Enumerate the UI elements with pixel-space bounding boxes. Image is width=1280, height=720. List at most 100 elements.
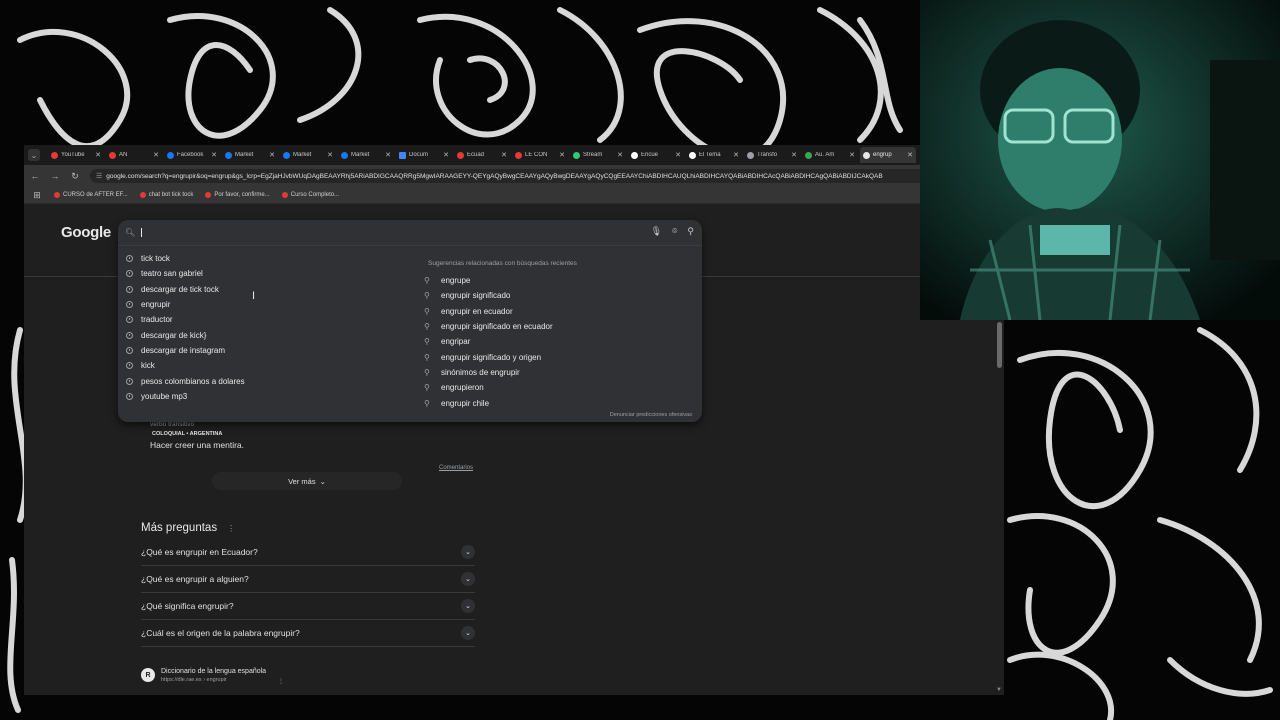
history-icon	[126, 377, 133, 385]
recent-search-item[interactable]: descargar de instagram	[118, 343, 418, 358]
close-icon[interactable]: ✕	[443, 151, 449, 159]
related-suggestion-item[interactable]: ⚲ engrupieron	[424, 380, 694, 395]
browser-window: ⌄ YouTube ✕ AN ✕ Facebook ✕ Market ✕ Market ✕…	[24, 145, 1004, 695]
tab-title: Encue	[641, 152, 659, 158]
microphone-icon[interactable]: 🎙︎	[651, 226, 662, 237]
text-caret	[141, 228, 142, 237]
search-result-source[interactable]: R Diccionario de la lengua española http…	[141, 668, 284, 685]
chevron-down-icon[interactable]: ⌄	[461, 599, 475, 613]
related-suggestion-item[interactable]: ⚲ engrupe	[424, 273, 694, 288]
scroll-down-arrow-icon[interactable]: ▼	[996, 687, 1002, 693]
related-suggestion-item[interactable]: ⚲ engrupir significado y origen	[424, 349, 694, 364]
tab-favicon-icon	[805, 151, 812, 159]
close-icon[interactable]: ✕	[269, 151, 275, 159]
recent-search-item[interactable]: descargar de kick}	[118, 327, 418, 342]
suggestion-text: pesos colombianos a dolares	[141, 376, 245, 386]
site-info-icon[interactable]: ☰	[96, 172, 102, 180]
report-predictions-link[interactable]: Denunciar predicciones ofensivas	[610, 412, 692, 418]
back-icon[interactable]: ←	[30, 171, 40, 181]
tab[interactable]: Encue ✕	[628, 147, 684, 163]
chevron-down-icon[interactable]: ⌄	[461, 572, 475, 586]
close-icon[interactable]: ✕	[153, 151, 159, 159]
recent-search-item[interactable]: kick	[118, 358, 418, 373]
tab-search-icon[interactable]: ⌄	[28, 149, 40, 161]
close-icon[interactable]: ✕	[907, 151, 913, 159]
tab-title: Au. Am	[815, 152, 835, 158]
close-icon[interactable]: ✕	[675, 151, 681, 159]
bookmark-label: chat bot tick tock	[148, 192, 194, 198]
tab[interactable]: Transfo ✕	[744, 147, 800, 163]
tab-title: YouTube	[61, 152, 85, 158]
recent-search-item[interactable]: teatro san gabriel	[118, 266, 418, 281]
tab[interactable]: Facebook ✕	[164, 147, 220, 163]
recent-search-item[interactable]: engrupir	[118, 297, 418, 312]
related-suggestion-item[interactable]: ⚲ sinónimos de engrupir	[424, 365, 694, 380]
suggestion-text: engrupir	[141, 300, 171, 310]
scrollbar-thumb[interactable]	[997, 322, 1002, 368]
bookmark-favicon-icon	[54, 192, 60, 198]
related-suggestion-item[interactable]: ⚲ engrupir significado en ecuador	[424, 319, 694, 334]
chevron-down-icon[interactable]: ⌄	[461, 545, 475, 559]
recent-search-item[interactable]: pesos colombianos a dolares	[118, 373, 418, 388]
tab[interactable]: AN ✕	[106, 147, 162, 163]
close-icon[interactable]: ✕	[733, 151, 739, 159]
bookmark-item[interactable]: Por favor, confirme...	[205, 192, 270, 198]
close-icon[interactable]: ✕	[617, 151, 623, 159]
tab[interactable]: YouTube ✕	[48, 147, 104, 163]
tab[interactable]: Stream ✕	[570, 147, 626, 163]
address-bar[interactable]: ☰ google.com/search?q=engrupir&oq=engrup…	[90, 169, 998, 183]
recent-search-item[interactable]: tick tock	[118, 251, 418, 266]
suggestion-text: kick	[141, 361, 155, 371]
search-input[interactable]	[139, 226, 619, 240]
close-icon[interactable]: ✕	[211, 151, 217, 159]
question-item[interactable]: ¿Cuál es el origen de la palabra engrupi…	[141, 620, 475, 647]
related-suggestion-item[interactable]: ⚲ engrupir en ecuador	[424, 304, 694, 319]
forward-icon[interactable]: →	[50, 171, 60, 181]
close-icon[interactable]: ✕	[501, 151, 507, 159]
reload-icon[interactable]: ↻	[70, 171, 80, 182]
camera-search-icon[interactable]: ⌾	[672, 226, 677, 237]
bookmark-item[interactable]: CURSO de AFTER EF...	[54, 192, 128, 198]
more-options-icon[interactable]: ⋮	[278, 678, 284, 685]
tab[interactable]: Ecuad ✕	[454, 147, 510, 163]
related-suggestion-item[interactable]: ⚲ engrupir chile	[424, 395, 694, 410]
tab-title: Transfo	[757, 152, 778, 158]
search-icon: ⚲	[424, 352, 430, 362]
tab[interactable]: Market ✕	[338, 147, 394, 163]
close-icon[interactable]: ✕	[95, 151, 101, 159]
chevron-down-icon[interactable]: ⌄	[461, 626, 475, 640]
question-item[interactable]: ¿Qué significa engrupir? ⌄	[141, 593, 475, 620]
question-item[interactable]: ¿Qué es engrupir a alguien? ⌄	[141, 566, 475, 593]
more-options-icon[interactable]: ⋮	[227, 524, 235, 533]
close-icon[interactable]: ✕	[849, 151, 855, 159]
bookmarks-bar: ⊞ CURSO de AFTER EF... chat bot tick toc…	[24, 187, 1004, 204]
related-suggestion-item[interactable]: ⚲ engripar	[424, 334, 694, 349]
tab[interactable]: Au. Am ✕	[802, 147, 858, 163]
search-submit-icon[interactable]: ⚲	[687, 226, 694, 237]
source-name[interactable]: Diccionario de la lengua española	[161, 668, 266, 675]
tab[interactable]: Market ✕	[280, 147, 336, 163]
see-more-button[interactable]: Ver más ⌄	[212, 472, 402, 490]
bookmark-item[interactable]: chat bot tick tock	[139, 192, 194, 198]
close-icon[interactable]: ✕	[327, 151, 333, 159]
history-icon	[126, 270, 133, 278]
close-icon[interactable]: ✕	[559, 151, 565, 159]
bookmark-item[interactable]: Curso Completo...	[281, 192, 339, 198]
close-icon[interactable]: ✕	[791, 151, 797, 159]
google-logo[interactable]: Google	[61, 224, 111, 241]
recent-search-item[interactable]: traductor	[118, 312, 418, 327]
recent-search-item[interactable]: youtube mp3	[118, 389, 418, 404]
tab-active[interactable]: engrup ✕	[860, 147, 916, 163]
tab[interactable]: El Tema ✕	[686, 147, 742, 163]
close-icon[interactable]: ✕	[385, 151, 391, 159]
related-suggestion-item[interactable]: ⚲ engrupir significado	[424, 288, 694, 303]
recent-search-item[interactable]: descargar de tick tock	[118, 282, 418, 297]
question-item[interactable]: ¿Qué es engrupir en Ecuador? ⌄	[141, 539, 475, 566]
tab[interactable]: Market ✕	[222, 147, 278, 163]
apps-icon[interactable]: ⊞	[32, 190, 42, 201]
part-of-speech: verbo transitivo	[150, 421, 195, 428]
tab[interactable]: Docum ✕	[396, 147, 452, 163]
comments-link[interactable]: Comentarios	[439, 465, 473, 471]
tab[interactable]: LE CON ✕	[512, 147, 568, 163]
bookmark-label: Por favor, confirme...	[214, 192, 270, 198]
